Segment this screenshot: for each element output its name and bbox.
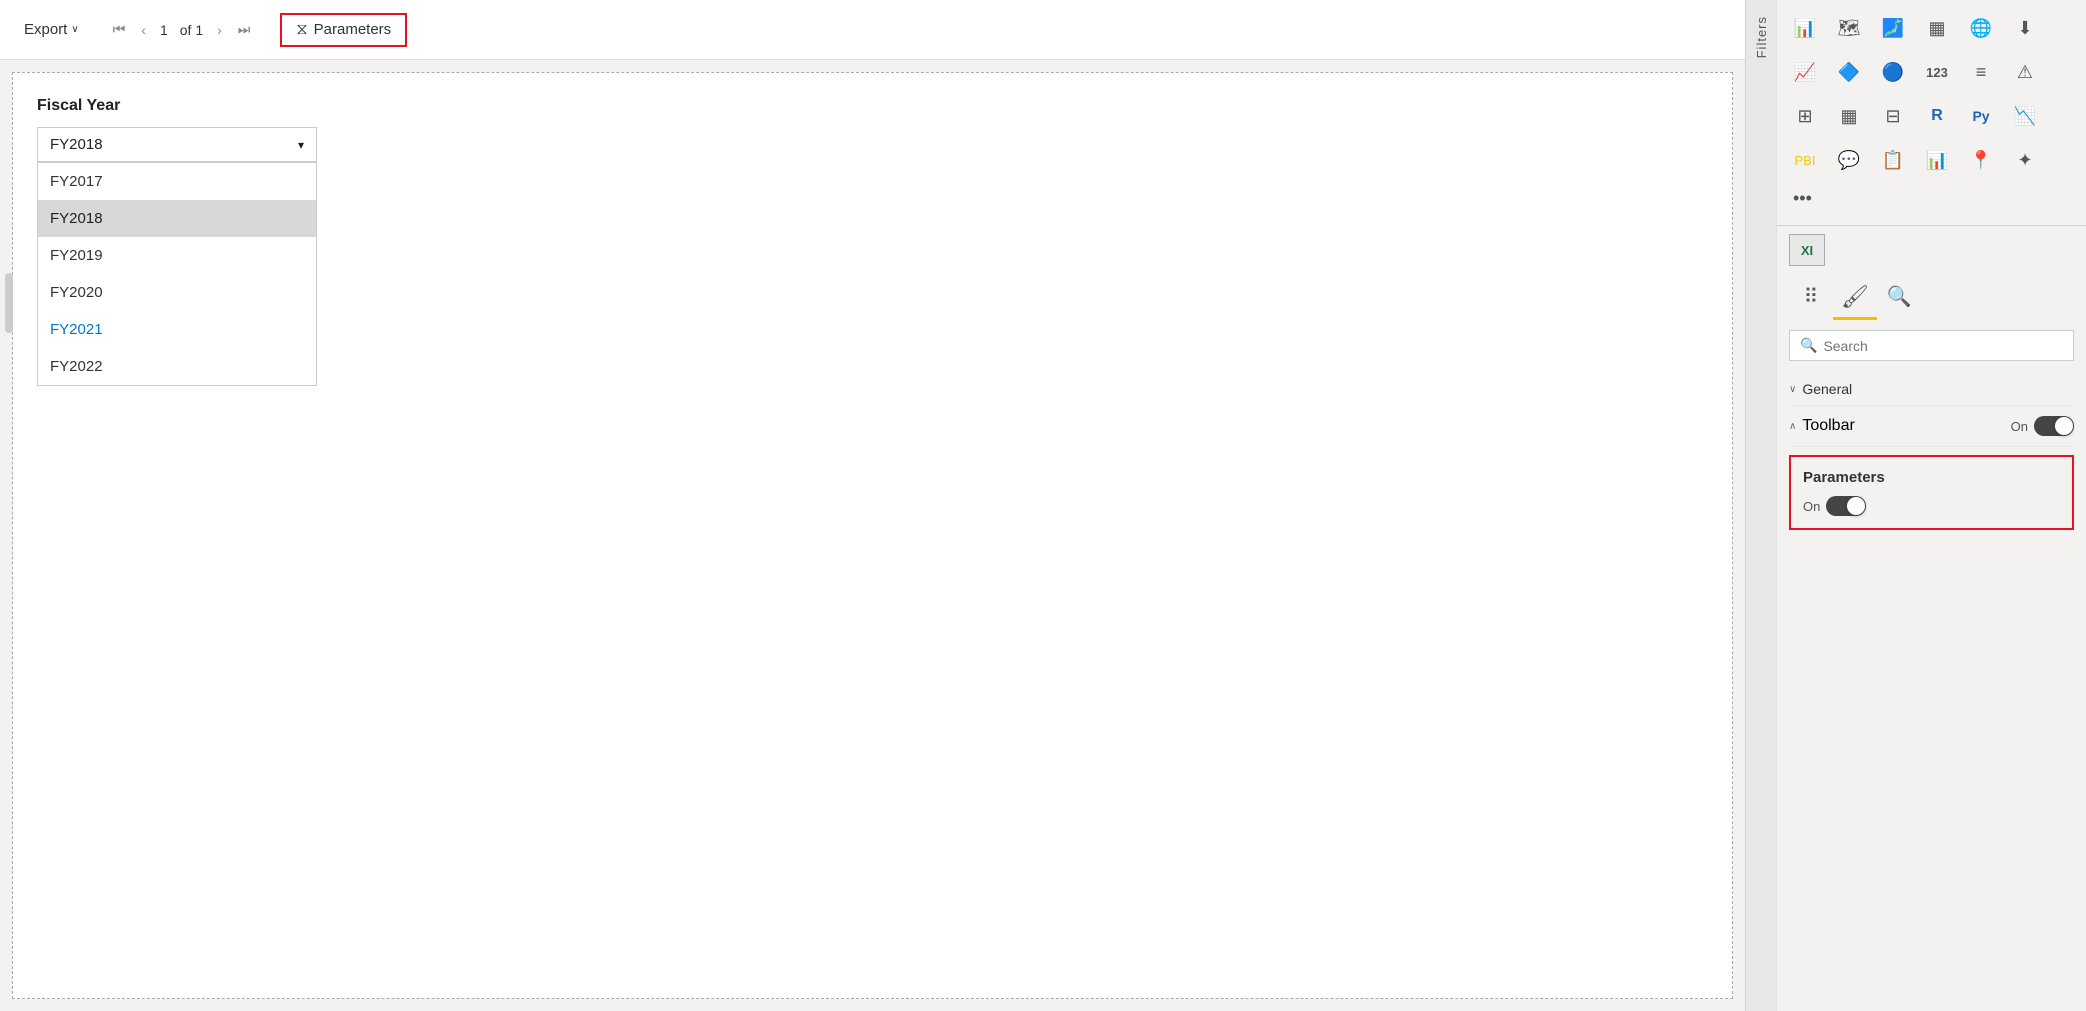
fiscal-option-fy2019[interactable]: FY2019 [38, 237, 316, 274]
line-chart-icon[interactable]: 📈 [1785, 52, 1825, 92]
nav-first-button[interactable]: ⏮ [107, 19, 132, 40]
dropdown-arrow-icon: ▾ [298, 138, 304, 152]
funnel-icon[interactable]: ⬇ [2005, 8, 2045, 48]
nav-prev-button[interactable]: ‹ [135, 20, 152, 40]
power-bi-icon[interactable]: PBI [1785, 140, 1825, 180]
filters-label: Filters [1754, 16, 1769, 58]
icon-row-1: 📊 🗺 🗾 ▦ 🌐 ⬇ [1785, 8, 2078, 48]
table-icon[interactable]: ⊟ [1873, 96, 1913, 136]
fiscal-option-fy2022[interactable]: FY2022 [38, 348, 316, 385]
toolbar-toggle[interactable] [2034, 416, 2074, 436]
icon-row-5: ••• [1785, 184, 2078, 213]
sparkline-icon[interactable]: 📉 [2005, 96, 2045, 136]
shape-map-icon[interactable]: ▦ [1917, 8, 1957, 48]
search-box[interactable]: 🔍 [1789, 330, 2074, 361]
fiscal-option-fy2021[interactable]: FY2021 [38, 311, 316, 348]
fiscal-option-fy2020[interactable]: FY2020 [38, 274, 316, 311]
parameters-label: Parameters [314, 21, 392, 38]
nav-next-button[interactable]: › [211, 20, 228, 40]
filled-map-icon[interactable]: 🗾 [1873, 8, 1913, 48]
icon-row-4: PBI 💬 📋 📊 📍 ✦ [1785, 140, 2078, 180]
properties-panel: XI ⠿ 🖌 🔍 🔍 ∨ General [1777, 226, 2086, 1011]
parameters-toggle-container: On [1803, 496, 2060, 516]
parameters-toggle[interactable] [1826, 496, 1866, 516]
nav-last-button[interactable]: ⏭ [232, 19, 257, 40]
report-canvas: Fiscal Year FY2018 ▾ FY2017 FY2018 FY201… [12, 72, 1733, 999]
toolbar-toggle-thumb [2055, 417, 2073, 435]
parameters-button[interactable]: ⧖ Parameters [280, 13, 407, 47]
fiscal-year-dropdown-list: FY2017 FY2018 FY2019 FY2020 FY2021 FY202… [37, 162, 317, 386]
alert-icon[interactable]: ⚠ [2005, 52, 2045, 92]
toolbar-chevron-up-icon: ∧ [1789, 421, 1796, 432]
map-icon[interactable]: 🗺 [1829, 8, 1869, 48]
page-of-label: of 1 [180, 22, 203, 38]
parameters-section: Parameters On [1789, 455, 2074, 530]
123-icon[interactable]: 123 [1917, 52, 1957, 92]
matrix-icon[interactable]: ▦ [1829, 96, 1869, 136]
bar-chart2-icon[interactable]: 📊 [1917, 140, 1957, 180]
scroll-handle[interactable] [5, 273, 13, 333]
fiscal-year-dropdown[interactable]: FY2018 ▾ [37, 127, 317, 162]
cross-table-icon[interactable]: ⊞ [1785, 96, 1825, 136]
filters-sidebar: Filters [1746, 0, 1776, 1011]
export-label: Export [24, 21, 67, 38]
fiscal-year-label: Fiscal Year [37, 97, 317, 115]
format-tabs: ⠿ 🖌 🔍 [1789, 276, 2074, 320]
r-script-icon[interactable]: R [1917, 96, 1957, 136]
gauge-icon[interactable]: 🔵 [1873, 52, 1913, 92]
toolbar-toggle-label: On [2011, 419, 2028, 434]
excel-label: XI [1801, 243, 1813, 258]
toolbar-section: ∧ Toolbar On [1789, 406, 2074, 447]
analytics-tab[interactable]: 🔍 [1877, 276, 1921, 320]
copy-icon[interactable]: 📋 [1873, 140, 1913, 180]
page-navigation: ⏮ ‹ 1 of 1 › ⏭ [107, 19, 257, 40]
icon-row-3: ⊞ ▦ ⊟ R Py 📉 [1785, 96, 2078, 136]
python-icon[interactable]: Py [1961, 96, 2001, 136]
paintbrush-icon: 🖌 [1841, 284, 1869, 310]
stacked-bar-icon[interactable]: 📊 [1785, 8, 1825, 48]
fields-tab[interactable]: ⠿ [1789, 276, 1833, 320]
parameters-toggle-thumb [1847, 497, 1865, 515]
azure-map-icon[interactable]: 🌐 [1961, 8, 2001, 48]
fiscal-option-fy2018[interactable]: FY2018 [38, 200, 316, 237]
toolbar-section-header[interactable]: ∧ Toolbar [1789, 417, 1855, 435]
fiscal-option-fy2017[interactable]: FY2017 [38, 163, 316, 200]
general-chevron-icon: ∨ [1789, 384, 1796, 395]
eraser-icon[interactable]: ✦ [2005, 140, 2045, 180]
parameters-toggle-label: On [1803, 499, 1820, 514]
export-button[interactable]: Export ∨ [16, 17, 87, 42]
fiscal-year-panel: Fiscal Year FY2018 ▾ FY2017 FY2018 FY201… [37, 97, 317, 386]
icon-row-2: 📈 🔷 🔵 123 ≡ ⚠ [1785, 52, 2078, 92]
visualization-icons: 📊 🗺 🗾 ▦ 🌐 ⬇ 📈 🔷 🔵 123 ≡ ⚠ ⊞ ▦ ⊟ R Py [1777, 0, 2086, 226]
main-toolbar: Export ∨ ⏮ ‹ 1 of 1 › ⏭ ⧖ Parameters [0, 0, 1745, 60]
parameters-filter-icon: ⧖ [296, 21, 307, 39]
general-label: General [1802, 381, 1852, 397]
fiscal-year-selected-value: FY2018 [50, 136, 103, 153]
excel-icon[interactable]: XI [1789, 234, 1825, 266]
custom-visual-icon[interactable]: 🔷 [1829, 52, 1869, 92]
export-chevron-icon: ∨ [71, 24, 78, 35]
speech-bubble-icon[interactable]: 💬 [1829, 140, 1869, 180]
toolbar-section-label: Toolbar [1802, 417, 1854, 435]
pin-icon[interactable]: 📍 [1961, 140, 2001, 180]
general-section-header[interactable]: ∨ General [1789, 373, 2074, 406]
toolbar-toggle-container: On [2011, 416, 2074, 436]
parameters-section-title: Parameters [1803, 469, 2060, 486]
more-visuals-icon[interactable]: ••• [1785, 184, 1820, 213]
right-panel: 📊 🗺 🗾 ▦ 🌐 ⬇ 📈 🔷 🔵 123 ≡ ⚠ ⊞ ▦ ⊟ R Py [1776, 0, 2086, 1011]
page-number: 1 [160, 22, 168, 38]
search-input[interactable] [1823, 338, 2063, 354]
table-lines-icon[interactable]: ≡ [1961, 52, 2001, 92]
search-icon: 🔍 [1800, 337, 1817, 354]
format-tab[interactable]: 🖌 [1833, 276, 1877, 320]
